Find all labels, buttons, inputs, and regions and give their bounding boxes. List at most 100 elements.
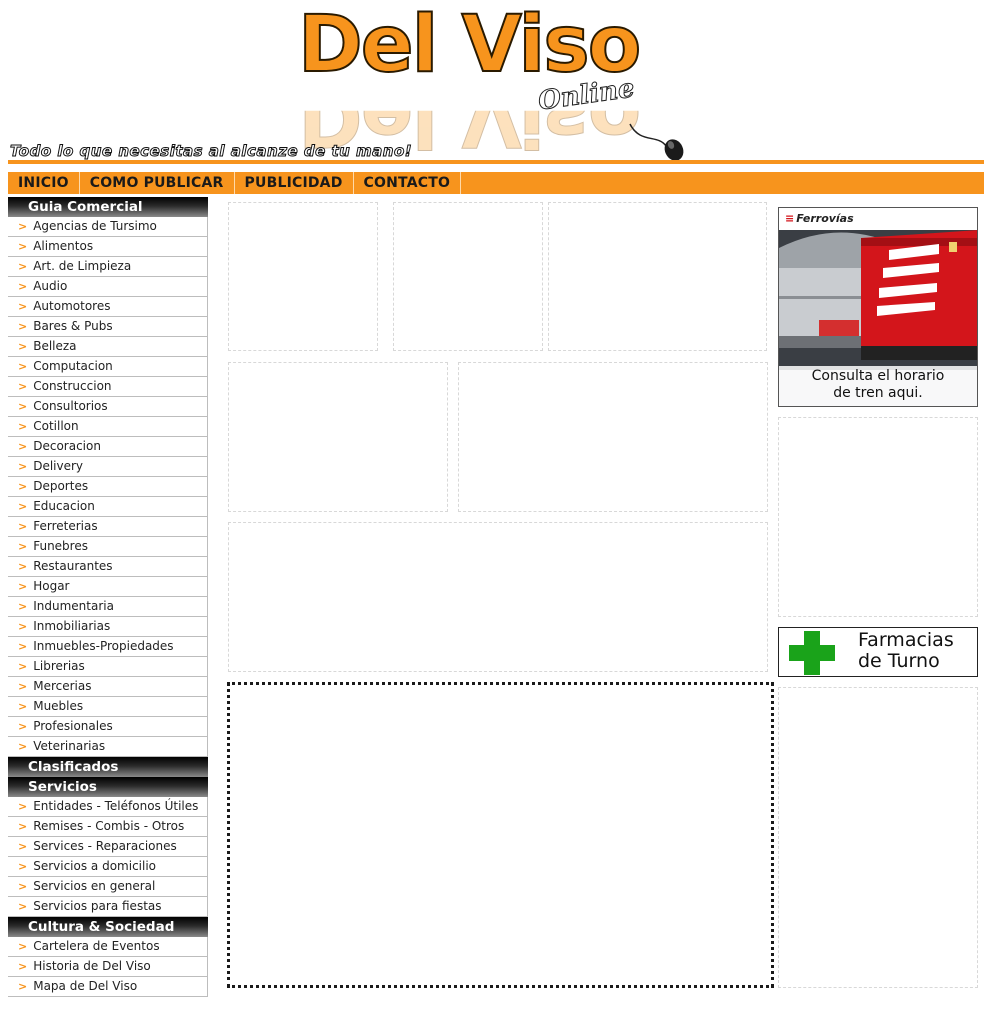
arrow-icon: > bbox=[18, 320, 28, 333]
arrow-icon: > bbox=[18, 560, 28, 573]
arrow-icon: > bbox=[18, 360, 28, 373]
mouse-icon bbox=[629, 123, 684, 161]
guia-comercial-item-label: Automotores bbox=[33, 299, 111, 313]
servicios-item[interactable]: > Entidades - Teléfonos Útiles bbox=[8, 797, 208, 817]
guia-comercial-item[interactable]: > Automotores bbox=[8, 297, 208, 317]
guia-comercial-item[interactable]: > Inmuebles-Propiedades bbox=[8, 637, 208, 657]
servicios-item-label: Services - Reparaciones bbox=[33, 839, 177, 853]
guia-comercial-item[interactable]: > Educacion bbox=[8, 497, 208, 517]
cultura-list: > Cartelera de Eventos > Historia de Del Vi… bbox=[8, 937, 208, 997]
servicios-item[interactable]: > Servicios a domicilio bbox=[8, 857, 208, 877]
arrow-icon: > bbox=[18, 460, 28, 473]
servicios-list: > Entidades - Teléfonos Útiles > Remises - … bbox=[8, 797, 208, 917]
servicios-item[interactable]: > Services - Reparaciones bbox=[8, 837, 208, 857]
ad-slot[interactable] bbox=[778, 687, 978, 988]
section-heading-cultura: Cultura & Sociedad bbox=[8, 917, 208, 937]
guia-comercial-item[interactable]: > Decoracion bbox=[8, 437, 208, 457]
section-heading-servicios: Servicios bbox=[8, 777, 208, 797]
guia-comercial-item[interactable]: > Funebres bbox=[8, 537, 208, 557]
nav-como-publicar[interactable]: COMO PUBLICAR bbox=[80, 172, 235, 194]
guia-comercial-item[interactable]: > Mercerias bbox=[8, 677, 208, 697]
arrow-icon: > bbox=[18, 440, 28, 453]
arrow-icon: > bbox=[18, 840, 28, 853]
guia-comercial-item-label: Belleza bbox=[33, 339, 77, 353]
section-heading-clasificados[interactable]: Clasificados bbox=[8, 757, 208, 777]
guia-comercial-item[interactable]: > Agencias de Tursimo bbox=[8, 217, 208, 237]
cultura-item[interactable]: > Historia de Del Viso bbox=[8, 957, 208, 977]
ferrovias-brand: Ferrovías bbox=[796, 212, 854, 225]
ad-slot[interactable] bbox=[548, 202, 767, 351]
guia-comercial-item-label: Inmobiliarias bbox=[33, 619, 111, 633]
arrow-icon: > bbox=[18, 240, 28, 253]
guia-comercial-item[interactable]: > Bares & Pubs bbox=[8, 317, 208, 337]
servicios-item[interactable]: > Servicios para fiestas bbox=[8, 897, 208, 917]
ferrovias-banner[interactable]: ≡ Ferrovías Consulta el horario de tren a… bbox=[778, 207, 978, 407]
servicios-item-label: Servicios en general bbox=[33, 879, 156, 893]
ad-slot[interactable] bbox=[228, 362, 448, 512]
site-tagline: Todo lo que necesitas al alcanze de tu m… bbox=[9, 142, 413, 161]
ad-slot[interactable] bbox=[458, 362, 768, 512]
guia-comercial-item[interactable]: > Computacion bbox=[8, 357, 208, 377]
ad-slot[interactable] bbox=[228, 522, 768, 672]
guia-comercial-item[interactable]: > Art. de Limpieza bbox=[8, 257, 208, 277]
arrow-icon: > bbox=[18, 820, 28, 833]
arrow-icon: > bbox=[18, 980, 28, 993]
guia-comercial-item[interactable]: > Construccion bbox=[8, 377, 208, 397]
guia-comercial-item[interactable]: > Hogar bbox=[8, 577, 208, 597]
arrow-icon: > bbox=[18, 220, 28, 233]
cultura-item[interactable]: > Mapa de Del Viso bbox=[8, 977, 208, 997]
guia-comercial-item[interactable]: > Consultorios bbox=[8, 397, 208, 417]
guia-comercial-item-label: Alimentos bbox=[33, 239, 94, 253]
guia-comercial-item[interactable]: > Deportes bbox=[8, 477, 208, 497]
arrow-icon: > bbox=[18, 680, 28, 693]
ferrovias-caption: Consulta el horario de tren aqui. bbox=[779, 366, 977, 406]
guia-comercial-item[interactable]: > Audio bbox=[8, 277, 208, 297]
guia-comercial-item[interactable]: > Librerias bbox=[8, 657, 208, 677]
guia-comercial-item-label: Computacion bbox=[33, 359, 113, 373]
arrow-icon: > bbox=[18, 860, 28, 873]
cultura-item-label: Mapa de Del Viso bbox=[33, 979, 138, 993]
guia-comercial-item-label: Consultorios bbox=[33, 399, 108, 413]
guia-comercial-item[interactable]: > Inmobiliarias bbox=[8, 617, 208, 637]
ad-slot[interactable] bbox=[778, 417, 978, 617]
nav-publicidad[interactable]: PUBLICIDAD bbox=[235, 172, 354, 194]
arrow-icon: > bbox=[18, 720, 28, 733]
nav-contacto[interactable]: CONTACTO bbox=[354, 172, 462, 194]
arrow-icon: > bbox=[18, 540, 28, 553]
guia-comercial-item[interactable]: > Belleza bbox=[8, 337, 208, 357]
farmacias-de-turno-banner[interactable]: Farmacias de Turno bbox=[778, 627, 978, 677]
guia-comercial-item-label: Veterinarias bbox=[33, 739, 106, 753]
arrow-icon: > bbox=[18, 520, 28, 533]
nav-inicio[interactable]: INICIO bbox=[8, 172, 80, 194]
guia-comercial-item[interactable]: > Delivery bbox=[8, 457, 208, 477]
guia-comercial-item-label: Bares & Pubs bbox=[33, 319, 113, 333]
top-navigation: INICIO COMO PUBLICAR PUBLICIDAD CONTACTO bbox=[8, 172, 984, 194]
arrow-icon: > bbox=[18, 960, 28, 973]
guia-comercial-item[interactable]: > Ferreterias bbox=[8, 517, 208, 537]
guia-comercial-item[interactable]: > Veterinarias bbox=[8, 737, 208, 757]
guia-comercial-item-label: Restaurantes bbox=[33, 559, 113, 573]
ferrovias-logo: ≡ Ferrovías bbox=[785, 212, 854, 225]
guia-comercial-item[interactable]: > Alimentos bbox=[8, 237, 208, 257]
cultura-item[interactable]: > Cartelera de Eventos bbox=[8, 937, 208, 957]
guia-comercial-item-label: Construccion bbox=[33, 379, 112, 393]
ad-slot[interactable] bbox=[393, 202, 543, 351]
site-logo[interactable]: Del Viso Del Viso Online bbox=[297, 5, 698, 156]
guia-comercial-item[interactable]: > Restaurantes bbox=[8, 557, 208, 577]
guia-comercial-item[interactable]: > Cotillon bbox=[8, 417, 208, 437]
guia-comercial-item-label: Deportes bbox=[33, 479, 89, 493]
guia-comercial-item[interactable]: > Indumentaria bbox=[8, 597, 208, 617]
guia-comercial-item-label: Decoracion bbox=[33, 439, 101, 453]
guia-comercial-item-label: Delivery bbox=[33, 459, 84, 473]
guia-comercial-item[interactable]: > Profesionales bbox=[8, 717, 208, 737]
featured-content-box[interactable] bbox=[227, 682, 774, 988]
servicios-item[interactable]: > Servicios en general bbox=[8, 877, 208, 897]
header-divider bbox=[8, 160, 984, 164]
guia-comercial-item-label: Educacion bbox=[33, 499, 95, 513]
servicios-item[interactable]: > Remises - Combis - Otros bbox=[8, 817, 208, 837]
guia-comercial-item[interactable]: > Muebles bbox=[8, 697, 208, 717]
guia-comercial-item-label: Indumentaria bbox=[33, 599, 114, 613]
ad-slot[interactable] bbox=[228, 202, 378, 351]
guia-comercial-item-label: Librerias bbox=[33, 659, 85, 673]
arrow-icon: > bbox=[18, 880, 28, 893]
